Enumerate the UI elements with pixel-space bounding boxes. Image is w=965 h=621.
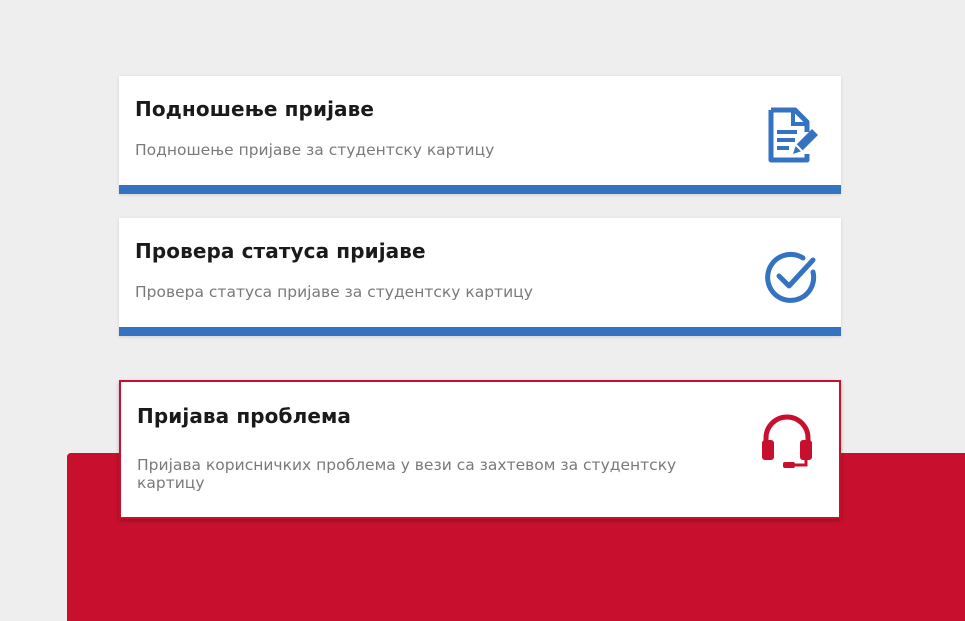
card-description: Провера статуса пријаве за студентску ка… bbox=[135, 283, 533, 301]
card-title: Пријава проблема bbox=[137, 404, 352, 428]
card-title: Подношење пријаве bbox=[135, 97, 375, 121]
card-description: Пријава корисничких проблема у вези са з… bbox=[137, 456, 677, 492]
page: Подношење пријаве Подношење пријаве за с… bbox=[0, 0, 965, 621]
check-circle-icon bbox=[763, 246, 819, 306]
card-report-problem[interactable]: Пријава проблема Пријава корисничких про… bbox=[119, 380, 841, 519]
card-check-status[interactable]: Провера статуса пријаве Провера статуса … bbox=[119, 218, 841, 336]
card-description: Подношење пријаве за студентску картицу bbox=[135, 141, 495, 159]
card-submit-application[interactable]: Подношење пријаве Подношење пријаве за с… bbox=[119, 76, 841, 194]
headset-icon bbox=[759, 412, 815, 472]
card-title: Провера статуса пријаве bbox=[135, 239, 426, 263]
document-edit-icon bbox=[763, 104, 819, 164]
